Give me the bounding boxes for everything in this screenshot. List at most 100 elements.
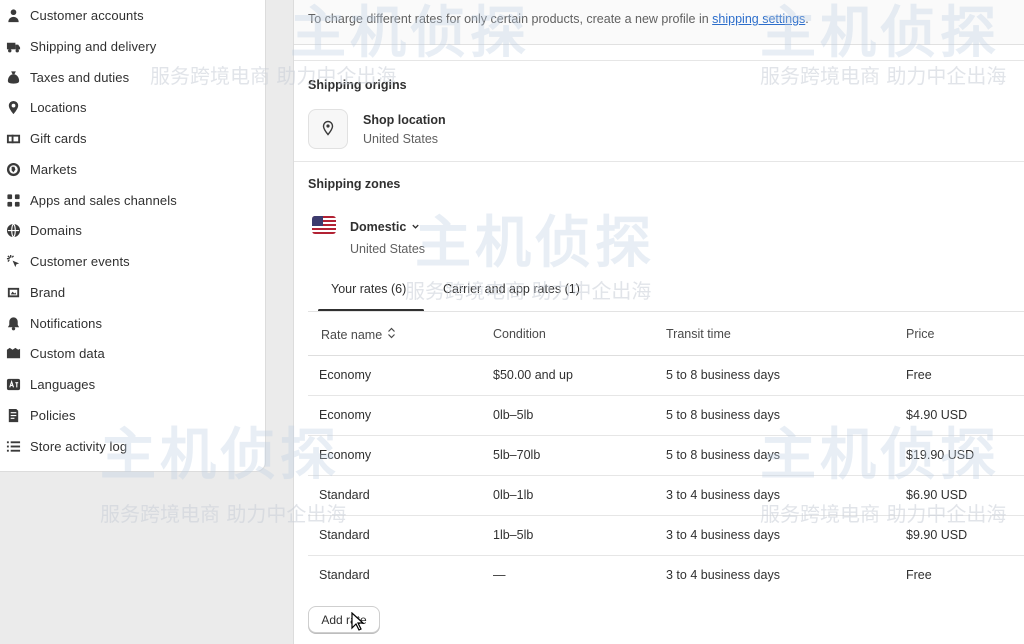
price-cell: $9.90 USD [906, 528, 968, 542]
sidebar-item-languages[interactable]: Languages [0, 369, 266, 399]
apps-icon [5, 192, 21, 208]
location-pin-icon [5, 99, 21, 115]
location-pin-icon [320, 120, 336, 139]
sidebar-item-apps-and-sales-channels[interactable]: Apps and sales channels [0, 185, 266, 215]
shipping-zones-title: Shipping zones [308, 177, 401, 191]
settings-sidebar: Customer accounts Shipping and delivery … [0, 0, 266, 472]
shipping-origins-title: Shipping origins [308, 78, 407, 92]
condition-cell: — [493, 568, 506, 582]
sidebar-item-gift-cards[interactable]: Gift cards [0, 123, 266, 153]
sidebar-item-label: Store activity log [30, 438, 128, 454]
sidebar-item-label: Customer events [30, 253, 130, 269]
sidebar-item-custom-data[interactable]: Custom data [0, 338, 266, 368]
table-row[interactable]: Economy 0lb–5lb 5 to 8 business days $4.… [308, 396, 1024, 436]
rate-name-cell: Economy [319, 448, 372, 462]
rate-name-cell: Economy [319, 368, 372, 382]
transit-cell: 3 to 4 business days [666, 488, 780, 502]
table-row[interactable]: Standard 0lb–1lb 3 to 4 business days $6… [308, 476, 1024, 516]
sidebar-item-label: Brand [30, 284, 66, 300]
money-bag-icon [5, 69, 21, 85]
sidebar-item-markets[interactable]: Markets [0, 154, 266, 184]
column-header-rate-name[interactable]: Rate name [321, 327, 396, 342]
table-row[interactable]: Standard 1lb–5lb 3 to 4 business days $9… [308, 516, 1024, 556]
sidebar-item-label: Policies [30, 407, 76, 423]
condition-cell: 1lb–5lb [493, 528, 534, 542]
condition-cell: 5lb–70lb [493, 448, 541, 462]
price-cell: Free [906, 368, 932, 382]
shop-location-name: Shop location [363, 113, 446, 127]
divider [294, 161, 1024, 162]
sidebar-item-brand[interactable]: Brand [0, 277, 266, 307]
truck-icon [5, 38, 21, 54]
us-flag-icon [312, 216, 336, 234]
sidebar-item-locations[interactable]: Locations [0, 92, 266, 122]
rate-name-cell: Economy [319, 408, 372, 422]
transit-cell: 5 to 8 business days [666, 368, 780, 382]
info-banner: To charge different rates for only certa… [294, 0, 1024, 45]
price-cell: $4.90 USD [906, 408, 968, 422]
list-icon [5, 438, 21, 454]
sidebar-item-label: Gift cards [30, 130, 87, 146]
add-rate-button[interactable]: Add rate [308, 606, 380, 633]
person-icon [5, 7, 21, 23]
banner-suffix: . [805, 12, 809, 26]
folder-icon [5, 345, 21, 361]
rate-name-cell: Standard [319, 528, 370, 542]
price-cell: $19.90 USD [906, 448, 975, 462]
table-row[interactable]: Standard — 3 to 4 business days Free [308, 556, 1024, 596]
sidebar-item-label: Taxes and duties [30, 69, 130, 85]
transit-cell: 3 to 4 business days [666, 528, 780, 542]
sidebar-item-label: Apps and sales channels [30, 192, 177, 208]
tab-carrier-and-app-rates[interactable]: Carrier and app rates (1) [443, 282, 580, 296]
zone-name: Domestic [350, 219, 407, 234]
column-header-label: Rate name [321, 327, 383, 342]
tabs-divider [308, 311, 1024, 312]
condition-cell: 0lb–1lb [493, 488, 534, 502]
shop-location-icon-box [308, 109, 348, 149]
column-header-condition: Condition [493, 327, 546, 341]
zone-country: United States [350, 242, 426, 256]
zone-dropdown[interactable]: Domestic [350, 219, 420, 234]
rate-name-cell: Standard [319, 488, 370, 502]
price-cell: $6.90 USD [906, 488, 968, 502]
shipping-settings-link[interactable]: shipping settings [712, 12, 805, 26]
column-header-transit-time: Transit time [666, 327, 731, 341]
sidebar-item-shipping-and-delivery[interactable]: Shipping and delivery [0, 31, 266, 61]
shipping-profile-panel: To charge different rates for only certa… [293, 0, 1024, 644]
shop-location-country: United States [363, 132, 439, 146]
table-row[interactable]: Economy 5lb–70lb 5 to 8 business days $1… [308, 436, 1024, 476]
condition-cell: $50.00 and up [493, 368, 573, 382]
sparkle-cursor-icon [5, 253, 21, 269]
sidebar-item-label: Languages [30, 376, 96, 392]
sidebar-item-store-activity-log[interactable]: Store activity log [0, 431, 266, 461]
sidebar-item-label: Notifications [30, 315, 103, 331]
sidebar-item-label: Custom data [30, 345, 105, 361]
rate-name-cell: Standard [319, 568, 370, 582]
gift-card-icon [5, 130, 21, 146]
table-row[interactable]: Economy $50.00 and up 5 to 8 business da… [308, 356, 1024, 396]
sidebar-item-notifications[interactable]: Notifications [0, 308, 266, 338]
sidebar-item-label: Domains [30, 222, 82, 238]
bell-icon [5, 315, 21, 331]
transit-cell: 5 to 8 business days [666, 448, 780, 462]
sidebar-item-label: Locations [30, 99, 87, 115]
policy-icon [5, 407, 21, 423]
condition-cell: 0lb–5lb [493, 408, 534, 422]
sidebar-item-customer-events[interactable]: Customer events [0, 246, 266, 276]
banner-message: To charge different rates for only certa… [308, 12, 713, 26]
chevron-down-icon [411, 219, 420, 234]
mouse-cursor-icon [351, 612, 365, 631]
sidebar-item-label: Markets [30, 161, 77, 177]
sidebar-item-domains[interactable]: Domains [0, 215, 266, 245]
sidebar-item-policies[interactable]: Policies [0, 400, 266, 430]
sort-icon [387, 327, 396, 342]
column-header-price: Price [906, 327, 935, 341]
price-cell: Free [906, 568, 932, 582]
transit-cell: 5 to 8 business days [666, 408, 780, 422]
sidebar-item-customer-accounts[interactable]: Customer accounts [0, 0, 266, 30]
divider [294, 60, 1024, 61]
globe-icon [5, 222, 21, 238]
sidebar-item-taxes-and-duties[interactable]: Taxes and duties [0, 62, 266, 92]
tab-your-rates[interactable]: Your rates (6) [331, 282, 406, 296]
globe-markets-icon [5, 161, 21, 177]
